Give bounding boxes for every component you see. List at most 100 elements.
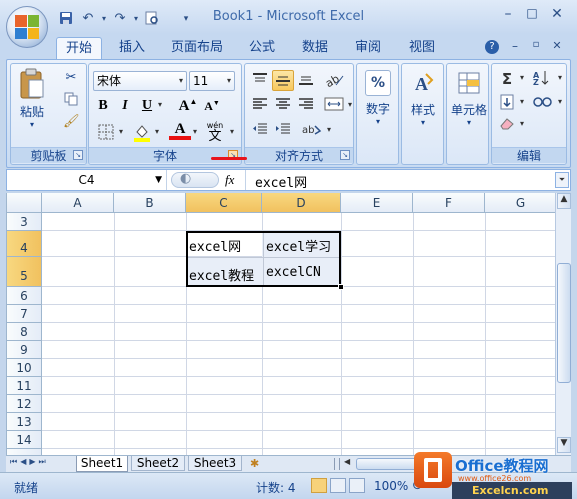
clear-button[interactable] [496,116,518,134]
scroll-up-arrow[interactable]: ▲ [557,193,571,209]
fill-dropdown-icon[interactable]: ▾ [518,97,526,106]
minimize-window-button[interactable]: – [496,6,520,24]
office-button[interactable] [6,6,48,48]
row-header-9[interactable]: 9 [7,341,42,359]
worksheet-grid[interactable]: A B C D E F G 3 4 5 6 7 8 9 10 11 12 13 … [6,193,555,455]
clear-dropdown-icon[interactable]: ▾ [518,119,526,128]
insert-function-button[interactable]: fx [225,172,241,188]
grow-font-button[interactable]: A▲ [177,97,199,115]
undo-dropdown-icon[interactable]: ▾ [96,11,112,27]
italic-button[interactable]: I [117,98,133,116]
wrap-dropdown-icon[interactable]: ▾ [325,125,333,134]
borders-dropdown-icon[interactable]: ▾ [117,127,125,136]
cell-d5[interactable]: excelCN [266,265,321,280]
maximize-window-button[interactable]: □ [520,6,544,24]
cut-icon[interactable]: ✂ [63,70,79,86]
undo-icon[interactable]: ↶ [80,11,96,27]
tab-page-layout[interactable]: 页面布局 [165,37,229,59]
column-header-g[interactable]: G [485,193,555,213]
number-format-button[interactable]: % 数字 ▾ [361,70,395,132]
fill-handle[interactable] [338,284,344,290]
bottom-align-button[interactable] [296,72,316,89]
sheet-nav-icons[interactable]: ⏮◀▶⏭ [10,457,49,467]
workbook-restore-icon[interactable]: ▫ [529,39,543,50]
row-header-8[interactable]: 8 [7,323,42,341]
close-window-button[interactable]: ✕ [545,6,569,24]
vertical-scrollbar[interactable]: ▲ ▼ [555,193,571,455]
select-all-corner[interactable] [7,193,42,213]
row-header-7[interactable]: 7 [7,305,42,323]
find-select-button[interactable] [530,94,556,112]
formula-bar-splitter[interactable]: ◐ [171,171,219,188]
scroll-down-arrow[interactable]: ▼ [557,437,571,453]
font-color-dropdown-icon[interactable]: ▾ [191,127,199,136]
merge-center-button[interactable] [323,97,345,114]
cell-c4[interactable]: excel网 [189,236,241,255]
redo-dropdown-icon[interactable]: ▾ [128,11,144,27]
row-header-6[interactable]: 6 [7,287,42,305]
merge-dropdown-icon[interactable]: ▾ [346,100,354,109]
row-header-4[interactable]: 4 [7,231,42,257]
save-icon[interactable] [58,11,74,27]
sheet-tab-sheet3[interactable]: Sheet3 [188,456,242,471]
align-center-button[interactable] [273,97,293,114]
fill-color-button[interactable] [131,122,153,144]
row-header-14[interactable]: 14 [7,431,42,449]
tab-split-handle[interactable] [334,458,340,470]
formula-input[interactable]: excel网 [255,172,307,191]
align-right-button[interactable] [296,97,316,114]
sheet-tab-sheet2[interactable]: Sheet2 [131,456,185,471]
page-break-view-icon[interactable] [349,478,365,493]
find-dropdown-icon[interactable]: ▾ [556,97,564,106]
column-header-b[interactable]: B [114,193,186,213]
fill-color-dropdown-icon[interactable]: ▾ [153,127,161,136]
column-header-e[interactable]: E [341,193,413,213]
bold-button[interactable]: B [95,98,111,116]
column-header-c[interactable]: C [186,193,262,213]
tab-formulas[interactable]: 公式 [240,37,284,59]
customize-qat-icon[interactable]: ▾ [178,11,194,27]
paste-button[interactable]: 粘贴 ▾ [15,68,49,129]
insert-sheet-icon[interactable]: ✱ [250,457,259,470]
zoom-level[interactable]: 100% [374,479,408,493]
column-header-d[interactable]: D [262,193,341,213]
normal-view-icon[interactable] [311,478,327,493]
clipboard-launcher-icon[interactable]: ↘ [73,150,83,160]
column-header-f[interactable]: F [413,193,485,213]
tab-home[interactable]: 开始 [56,37,102,59]
shrink-font-button[interactable]: A▼ [201,99,223,117]
redo-icon[interactable]: ↷ [112,11,128,27]
tab-view[interactable]: 视图 [400,37,444,59]
font-size-combo[interactable]: 11 ▾ [189,71,235,91]
scroll-left-arrow[interactable]: ◀ [344,457,356,471]
orientation-button[interactable]: ab [323,72,345,90]
wrap-text-button[interactable]: ab [300,122,324,139]
row-header-12[interactable]: 12 [7,395,42,413]
tab-data[interactable]: 数据 [293,37,337,59]
cell-c5[interactable]: excel教程 [189,265,254,284]
autosum-button[interactable]: Σ [496,70,518,88]
phonetic-dropdown-icon[interactable]: ▾ [228,127,236,136]
sort-dropdown-icon[interactable]: ▾ [556,73,564,82]
name-box[interactable]: C4 ▼ [7,170,167,190]
align-left-button[interactable] [250,97,270,114]
sheet-tab-sheet1[interactable]: Sheet1 [76,456,128,472]
sort-filter-button[interactable]: AZ [530,70,556,88]
page-layout-view-icon[interactable] [330,478,346,493]
row-header-3[interactable]: 3 [7,213,42,231]
increase-indent-button[interactable] [273,122,293,139]
ribbon-minimize-icon[interactable]: – [508,39,522,53]
font-color-button[interactable]: A [169,121,191,143]
alignment-launcher-icon[interactable]: ↘ [340,150,350,160]
workbook-close-icon[interactable]: ✕ [550,39,564,52]
row-header-13[interactable]: 13 [7,413,42,431]
tab-review[interactable]: 审阅 [346,37,390,59]
underline-button[interactable]: U [139,98,155,116]
row-header-11[interactable]: 11 [7,377,42,395]
row-header-10[interactable]: 10 [7,359,42,377]
print-preview-icon[interactable] [144,11,160,27]
font-name-combo[interactable]: 宋体 ▾ [93,71,187,91]
cell-d4[interactable]: excel学习 [266,236,331,255]
styles-button[interactable]: A 样式 ▾ [406,70,440,132]
vertical-scroll-thumb[interactable] [557,263,571,383]
